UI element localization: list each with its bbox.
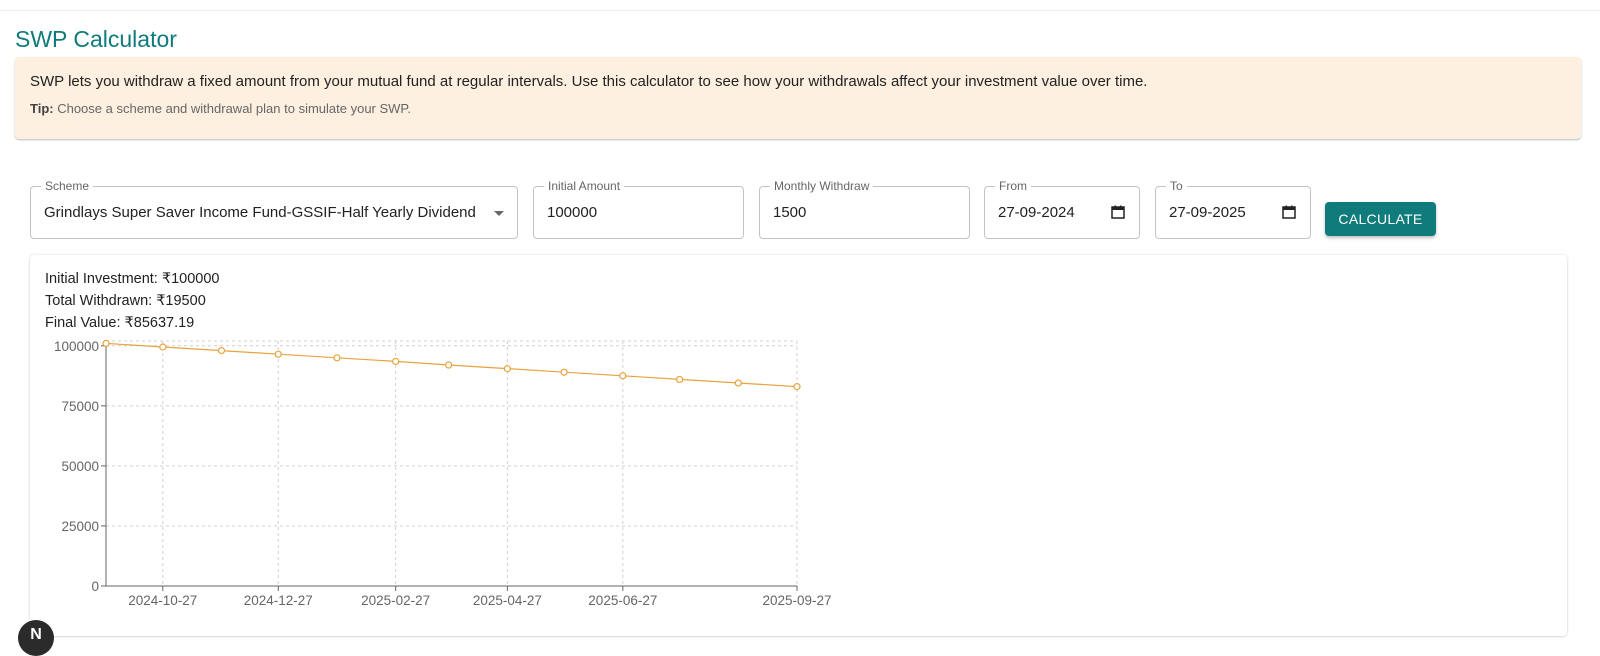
from-date-label: From (995, 179, 1031, 193)
x-tick-label: 2024-12-27 (244, 593, 313, 608)
calculate-button[interactable]: CALCULATE (1325, 202, 1436, 236)
scheme-value: Grindlays Super Saver Income Fund-GSSIF-… (44, 204, 476, 221)
result-card: Initial Investment: ₹100000 Total Withdr… (30, 255, 1567, 636)
y-tick-label: 25000 (61, 519, 99, 534)
monthly-withdraw-value[interactable]: 1500 (773, 204, 806, 221)
initial-amount-value[interactable]: 100000 (547, 204, 597, 221)
x-tick-label: 2025-04-27 (473, 593, 542, 608)
calendar-icon[interactable] (1111, 205, 1125, 224)
x-tick-label: 2024-10-27 (128, 593, 197, 608)
tip-label: Tip: (30, 101, 54, 116)
y-tick-label: 100000 (54, 339, 99, 354)
scheme-select[interactable]: Scheme Grindlays Super Saver Income Fund… (30, 179, 518, 239)
chevron-down-icon[interactable] (494, 211, 504, 216)
monthly-withdraw-field[interactable]: Monthly Withdraw 1500 (759, 179, 970, 239)
initial-amount-label: Initial Amount (544, 179, 625, 193)
data-point (274, 350, 282, 358)
info-tip: Tip: Choose a scheme and withdrawal plan… (30, 101, 411, 116)
data-point (333, 354, 341, 362)
to-date-field[interactable]: To 27-09-2025 (1155, 179, 1311, 239)
monthly-withdraw-label: Monthly Withdraw (770, 179, 874, 193)
data-point (503, 365, 511, 373)
data-point (159, 343, 167, 351)
initial-amount-field[interactable]: Initial Amount 100000 (533, 179, 744, 239)
data-point (217, 347, 226, 355)
info-description: SWP lets you withdraw a fixed amount fro… (30, 73, 1148, 90)
x-tick-label: 2025-09-27 (762, 593, 831, 608)
data-point (734, 379, 742, 387)
tip-text: Choose a scheme and withdrawal plan to s… (53, 101, 412, 116)
info-banner: SWP lets you withdraw a fixed amount fro… (15, 57, 1581, 139)
y-tick-label: 75000 (61, 399, 99, 414)
y-tick-label: 0 (91, 579, 99, 594)
data-point (619, 372, 627, 380)
scheme-label: Scheme (41, 179, 94, 193)
data-point (445, 361, 453, 369)
x-tick-label: 2025-06-27 (588, 593, 657, 608)
x-tick-label: 2025-02-27 (361, 593, 430, 608)
swp-line-chart: 0 25000 50000 75000 100000 2024-10-27 2024-12-… (54, 339, 832, 608)
to-date-label: To (1166, 179, 1187, 193)
data-point (560, 368, 568, 376)
top-divider (0, 10, 1600, 11)
data-point (676, 375, 684, 384)
data-point (392, 357, 400, 366)
to-date-value[interactable]: 27-09-2025 (1169, 204, 1246, 221)
from-date-field[interactable]: From 27-09-2024 (984, 179, 1140, 239)
data-point (102, 339, 110, 348)
from-date-value[interactable]: 27-09-2024 (998, 204, 1075, 221)
calendar-icon[interactable] (1282, 205, 1296, 224)
data-point (793, 383, 801, 391)
y-tick-label: 50000 (61, 459, 99, 474)
page-title: SWP Calculator (15, 26, 177, 52)
floating-avatar-button[interactable]: N (18, 620, 54, 656)
